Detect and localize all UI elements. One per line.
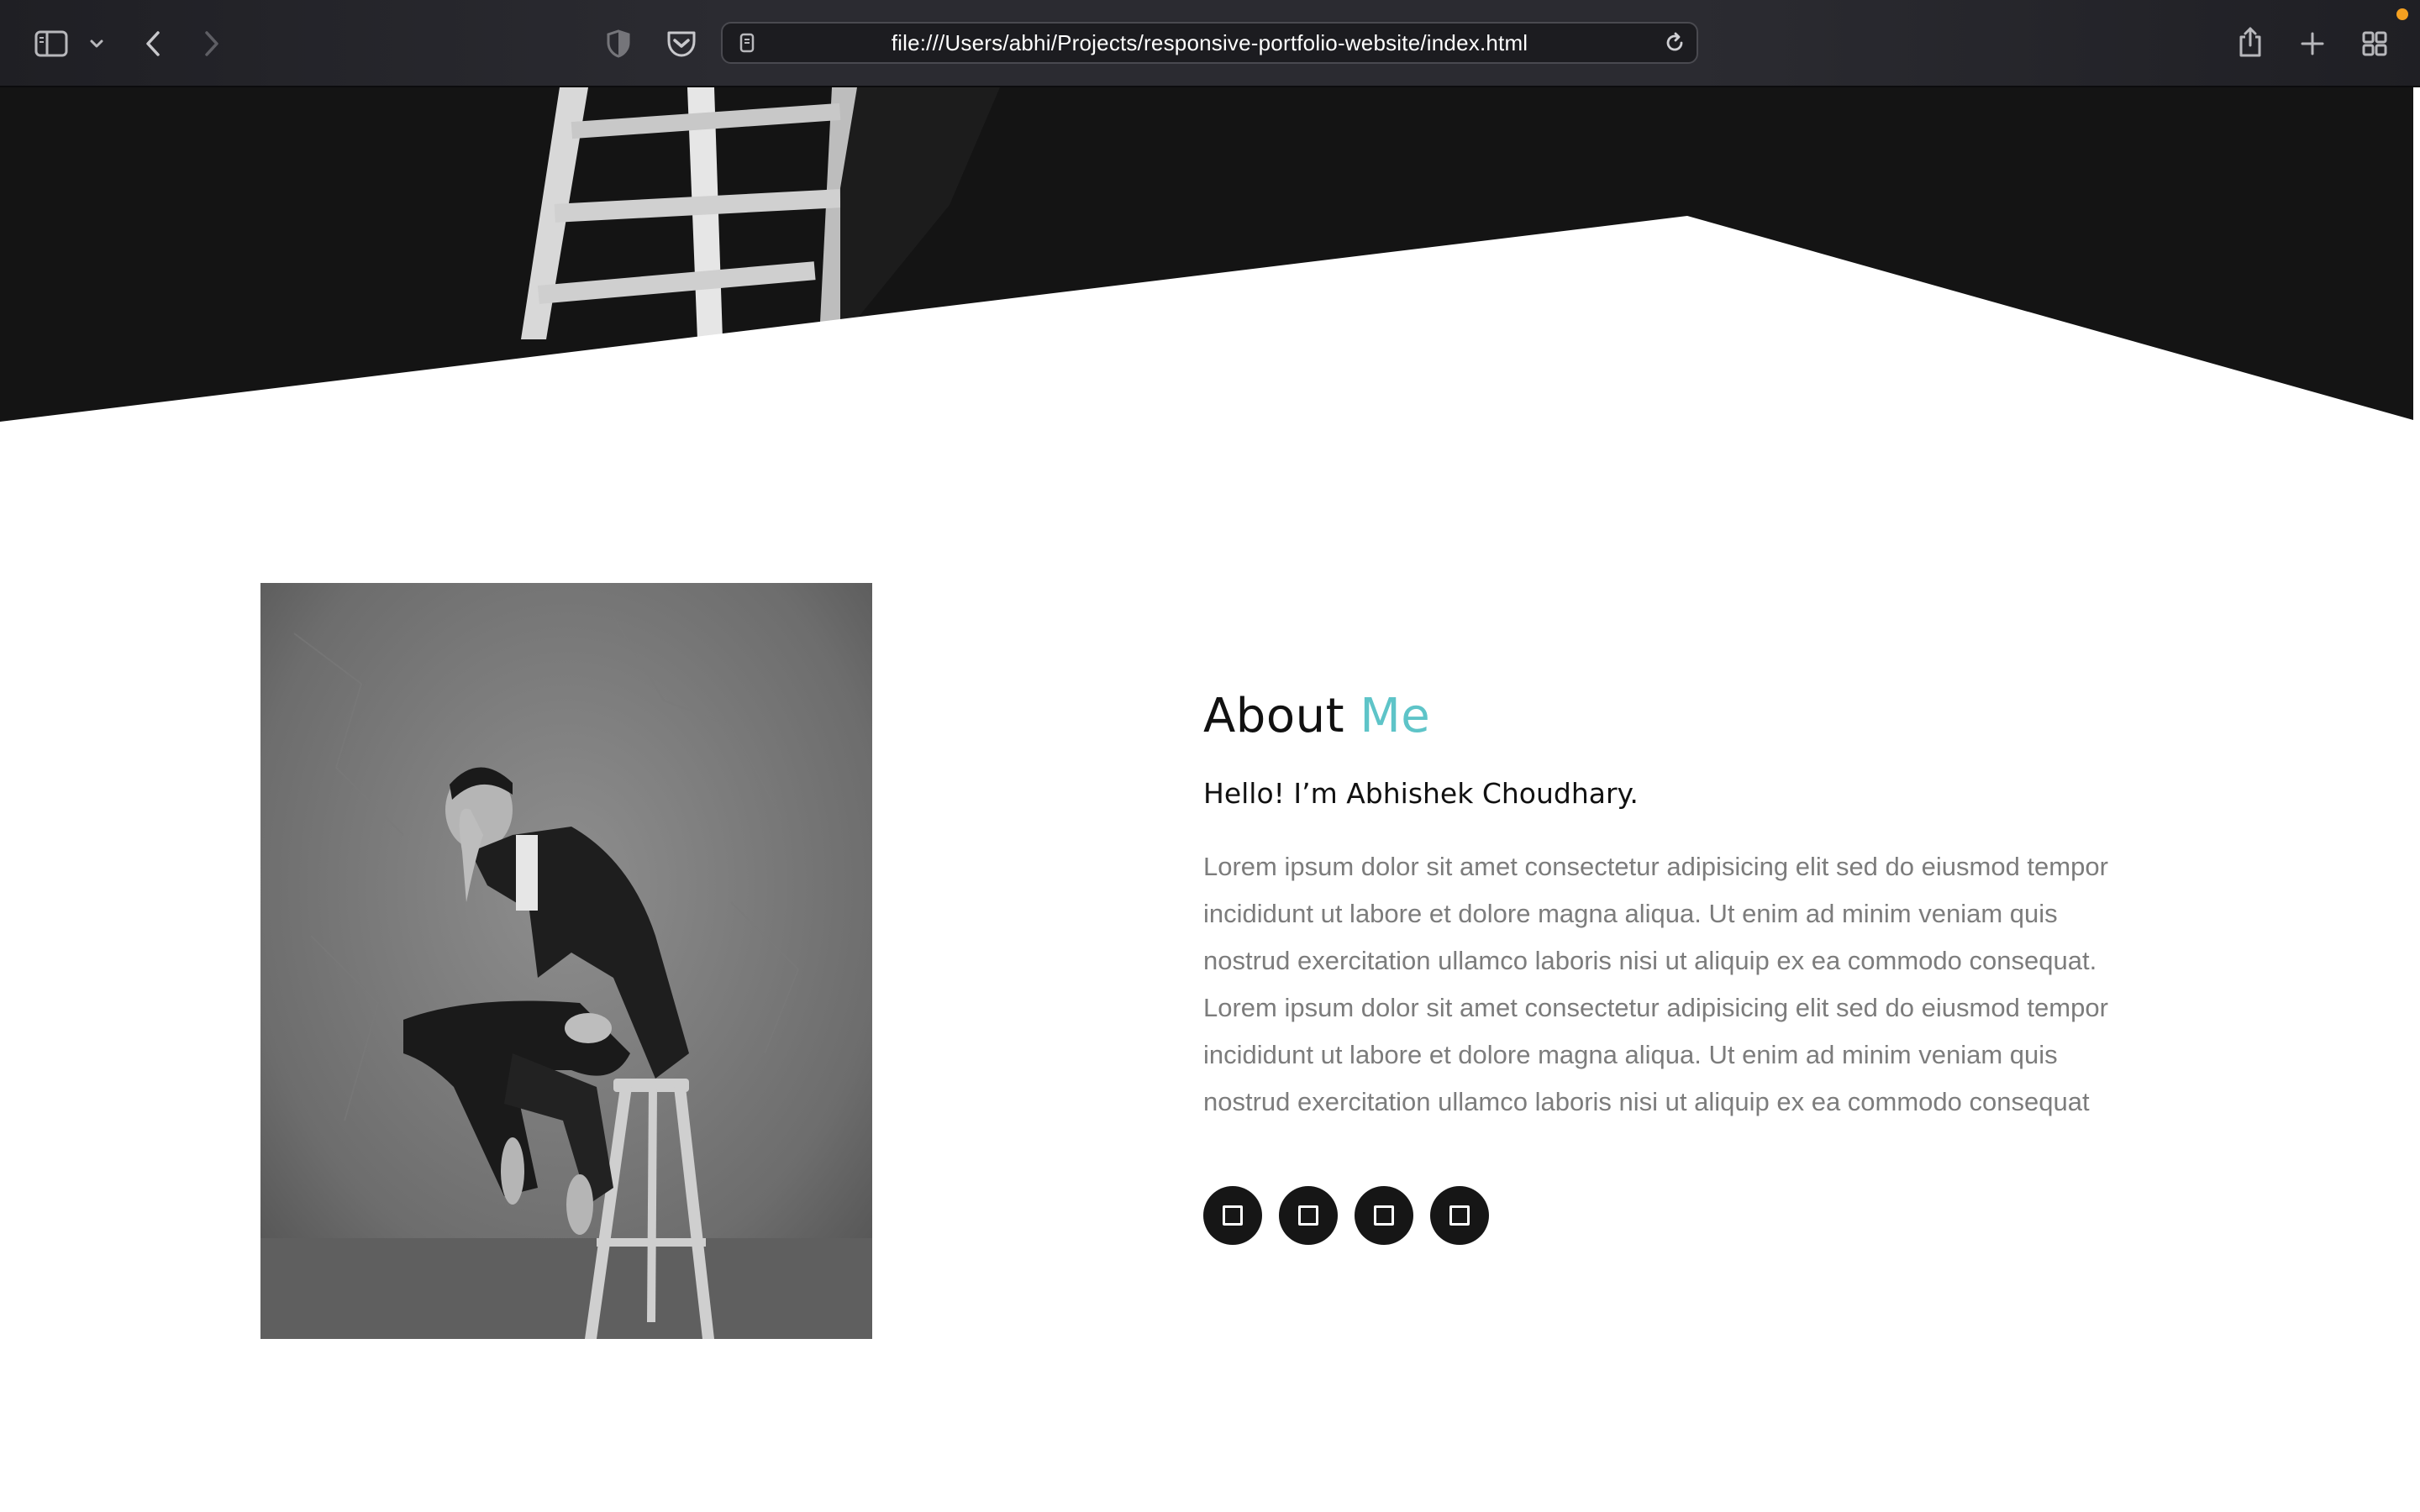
- about-title-accent: Me: [1360, 689, 1431, 743]
- square-icon: [1223, 1205, 1243, 1226]
- social-link-2[interactable]: [1279, 1186, 1338, 1245]
- about-content: About Me Hello! I’m Abhishek Choudhary. …: [1203, 689, 2144, 1126]
- address-bar[interactable]: file:///Users/abhi/Projects/responsive-p…: [721, 22, 1698, 64]
- scrollbar-track[interactable]: [2413, 87, 2420, 1512]
- about-photo: [260, 583, 872, 1339]
- notification-dot: [2396, 8, 2408, 20]
- square-icon: [1298, 1205, 1318, 1226]
- sidebar-icon[interactable]: [32, 27, 71, 60]
- share-icon[interactable]: [2233, 22, 2267, 62]
- plus-icon[interactable]: [2296, 25, 2329, 62]
- square-icon: [1449, 1205, 1470, 1226]
- about-subtitle: Hello! I’m Abhishek Choudhary.: [1203, 777, 1639, 810]
- hero-section: [0, 87, 2413, 423]
- browser-toolbar: file:///Users/abhi/Projects/responsive-p…: [0, 0, 2420, 87]
- chevron-down-icon[interactable]: [84, 32, 109, 55]
- chevron-right-icon[interactable]: [195, 25, 229, 62]
- chevron-left-icon[interactable]: [136, 25, 170, 62]
- social-links: [1203, 1186, 1489, 1245]
- social-link-1[interactable]: [1203, 1186, 1262, 1245]
- pocket-icon[interactable]: [663, 25, 700, 62]
- square-icon: [1374, 1205, 1394, 1226]
- about-title: About Me: [1203, 689, 2144, 743]
- about-title-main: About: [1203, 689, 1345, 743]
- social-link-4[interactable]: [1430, 1186, 1489, 1245]
- about-paragraph: Lorem ipsum dolor sit amet consectetur a…: [1203, 852, 2108, 1116]
- social-link-3[interactable]: [1355, 1186, 1413, 1245]
- reload-icon[interactable]: [1662, 30, 1687, 55]
- page-content: About Me Hello! I’m Abhishek Choudhary. …: [0, 87, 2420, 1512]
- url-text[interactable]: file:///Users/abhi/Projects/responsive-p…: [723, 24, 1697, 62]
- shield-icon[interactable]: [602, 25, 635, 62]
- grid-icon[interactable]: [2358, 25, 2391, 62]
